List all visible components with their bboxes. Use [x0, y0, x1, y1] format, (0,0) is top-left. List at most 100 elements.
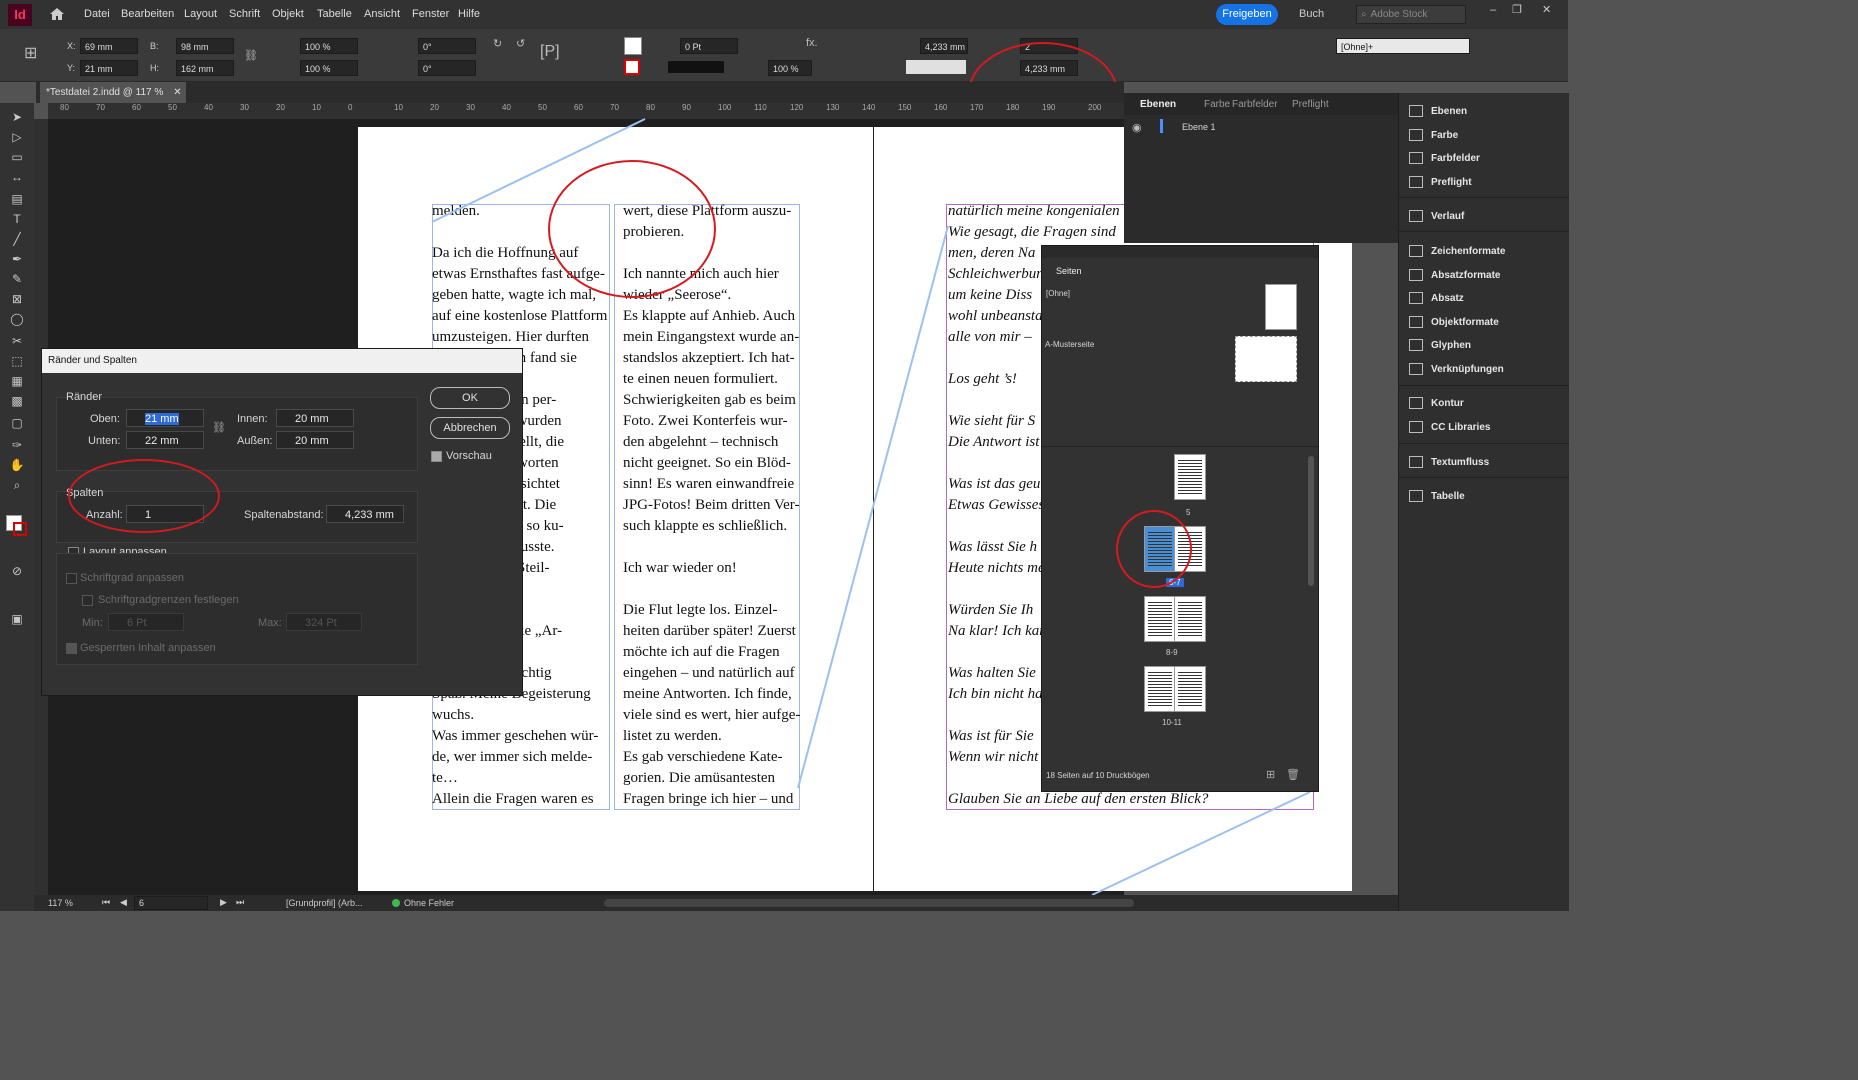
layer-color-bar: [1160, 119, 1163, 133]
dock-divider: [1399, 477, 1569, 478]
layer-name[interactable]: Ebene 1: [1182, 122, 1216, 132]
bottom-label: Unten:: [88, 435, 121, 447]
dock-cc-libraries[interactable]: CC Libraries: [1409, 417, 1564, 439]
pages-panel: Seiten [Ohne] A-Musterseite 5 6-7 8-9 10…: [1041, 245, 1319, 792]
last-page-icon[interactable]: ⏭: [236, 897, 244, 908]
bottom-margin-field[interactable]: 22 mm: [126, 431, 204, 449]
page-thumbnail[interactable]: [1174, 666, 1206, 712]
object-styles-icon: [1409, 316, 1423, 329]
font-limits-label: Schriftgradgrenzen festlegen: [98, 594, 239, 606]
page-thumbnail[interactable]: [1174, 596, 1206, 642]
page-thumbnail[interactable]: [1144, 666, 1176, 712]
dock-preflight[interactable]: Preflight: [1409, 172, 1564, 194]
annotation-circle: [548, 160, 716, 298]
master-none-label[interactable]: [Ohne]: [1046, 289, 1070, 298]
tab-ebenen[interactable]: Ebenen: [1140, 99, 1176, 110]
inside-margin-field[interactable]: 20 mm: [276, 409, 354, 427]
dock-zeichenformate[interactable]: Zeichenformate: [1409, 241, 1564, 263]
page-label: 5: [1186, 508, 1191, 517]
min-label: Min:: [82, 617, 103, 629]
pages-panel-header: [1042, 246, 1318, 258]
master-none-thumbnail[interactable]: [1265, 284, 1297, 330]
next-page-icon[interactable]: ▶: [220, 897, 227, 908]
gutter-field[interactable]: 4,233 mm: [326, 505, 404, 523]
glyphs-icon: [1409, 339, 1423, 352]
dock-divider: [1399, 197, 1569, 198]
top-label: Oben:: [90, 413, 120, 425]
stroke-icon: [1409, 397, 1423, 410]
master-a-thumbnail[interactable]: [1235, 336, 1297, 382]
page-label: 10-11: [1162, 718, 1182, 727]
font-limits-checkbox[interactable]: [82, 595, 93, 606]
visibility-eye-icon[interactable]: ◉: [1132, 121, 1142, 134]
character-styles-icon: [1409, 245, 1423, 258]
gradient-icon: [1409, 210, 1423, 223]
prev-page-icon[interactable]: ◀: [120, 897, 127, 908]
preflight-icon: [1409, 176, 1423, 189]
tab-farbfelder[interactable]: Farbfelder: [1232, 99, 1278, 110]
dock-divider: [1399, 385, 1569, 386]
horizontal-scrollbar[interactable]: [604, 899, 1134, 907]
dock-farbe[interactable]: Farbe: [1409, 125, 1564, 147]
dock-textumfluss[interactable]: Textumfluss: [1409, 452, 1564, 474]
max-label: Max:: [258, 617, 282, 629]
outside-margin-field[interactable]: 20 mm: [276, 431, 354, 449]
dock-absatz[interactable]: Absatz: [1409, 288, 1564, 310]
dock-glyphen[interactable]: Glyphen: [1409, 335, 1564, 357]
page-number-field[interactable]: 6: [134, 896, 208, 910]
annotation-circle: [1116, 510, 1192, 588]
delete-page-icon[interactable]: 🗑: [1286, 768, 1300, 781]
pages-panel-title: Seiten: [1056, 266, 1082, 276]
dock-verlauf[interactable]: Verlauf: [1409, 206, 1564, 228]
margins-columns-dialog: Ränder und Spalten Ränder Oben: 21 mm Un…: [41, 348, 523, 696]
link-icon[interactable]: ⛓: [212, 421, 226, 434]
cancel-button[interactable]: Abbrechen: [430, 417, 510, 439]
gutter-label: Spaltenabstand:: [244, 509, 324, 521]
margins-group-label: Ränder: [66, 391, 103, 403]
top-margin-field[interactable]: 21 mm: [126, 409, 204, 427]
text-wrap-icon: [1409, 456, 1423, 469]
tab-preflight[interactable]: Preflight: [1292, 99, 1329, 110]
paragraph-styles-icon: [1409, 269, 1423, 282]
dock-objektformate[interactable]: Objektformate: [1409, 312, 1564, 334]
dialog-title: Ränder und Spalten: [42, 349, 522, 373]
dock-ebenen[interactable]: Ebenen: [1409, 101, 1564, 123]
layers-panel: Ebenen Farbe Farbfelder Preflight ◉ Eben…: [1124, 93, 1398, 243]
panel-dock: Ebenen Farbe Farbfelder Preflight Verlau…: [1398, 93, 1569, 911]
panel-divider: [1042, 446, 1318, 447]
max-field[interactable]: 324 Pt: [286, 613, 362, 631]
dock-farbfelder[interactable]: Farbfelder: [1409, 148, 1564, 170]
preview-checkbox[interactable]: [431, 451, 442, 462]
preflight-profile[interactable]: [Grundprofil] (Arb...: [286, 898, 363, 908]
status-ok-icon: [392, 899, 400, 907]
first-page-icon[interactable]: ⏮: [102, 897, 110, 908]
dock-divider: [1399, 231, 1569, 232]
locked-content-checkbox[interactable]: [66, 643, 77, 654]
pages-scrollbar[interactable]: [1308, 456, 1314, 586]
dock-tabelle[interactable]: Tabelle: [1409, 486, 1564, 508]
paragraph-icon: [1409, 292, 1423, 305]
min-field[interactable]: 6 Pt: [108, 613, 184, 631]
annotation-circle: [68, 459, 220, 533]
page-label: 8-9: [1166, 648, 1178, 657]
ok-button[interactable]: OK: [430, 387, 510, 409]
tab-farbe[interactable]: Farbe: [1204, 99, 1230, 110]
page-thumbnail[interactable]: [1174, 454, 1206, 500]
preflight-status[interactable]: Ohne Fehler: [404, 898, 454, 908]
new-page-icon[interactable]: ⊞: [1266, 768, 1275, 781]
layers-icon: [1409, 105, 1423, 118]
dock-absatzformate[interactable]: Absatzformate: [1409, 265, 1564, 287]
page-thumbnail[interactable]: [1144, 596, 1176, 642]
swatches-icon: [1409, 152, 1423, 165]
status-bar: 117 % ⏮ ◀ 6 ▶ ⏭ [Grundprofil] (Arb... Oh…: [34, 895, 1398, 911]
zoom-level[interactable]: 117 %: [48, 898, 73, 908]
adjust-font-checkbox[interactable]: [66, 573, 77, 584]
adjust-font-label: Schriftgrad anpassen: [80, 572, 184, 584]
dock-kontur[interactable]: Kontur: [1409, 393, 1564, 415]
master-a-label[interactable]: A-Musterseite: [1045, 340, 1094, 349]
dock-verknuepfungen[interactable]: Verknüpfungen: [1409, 359, 1564, 381]
inside-label: Innen:: [237, 413, 268, 425]
outside-label: Außen:: [237, 435, 273, 447]
locked-content-label: Gesperrten Inhalt anpassen: [80, 642, 216, 654]
links-icon: [1409, 363, 1423, 376]
